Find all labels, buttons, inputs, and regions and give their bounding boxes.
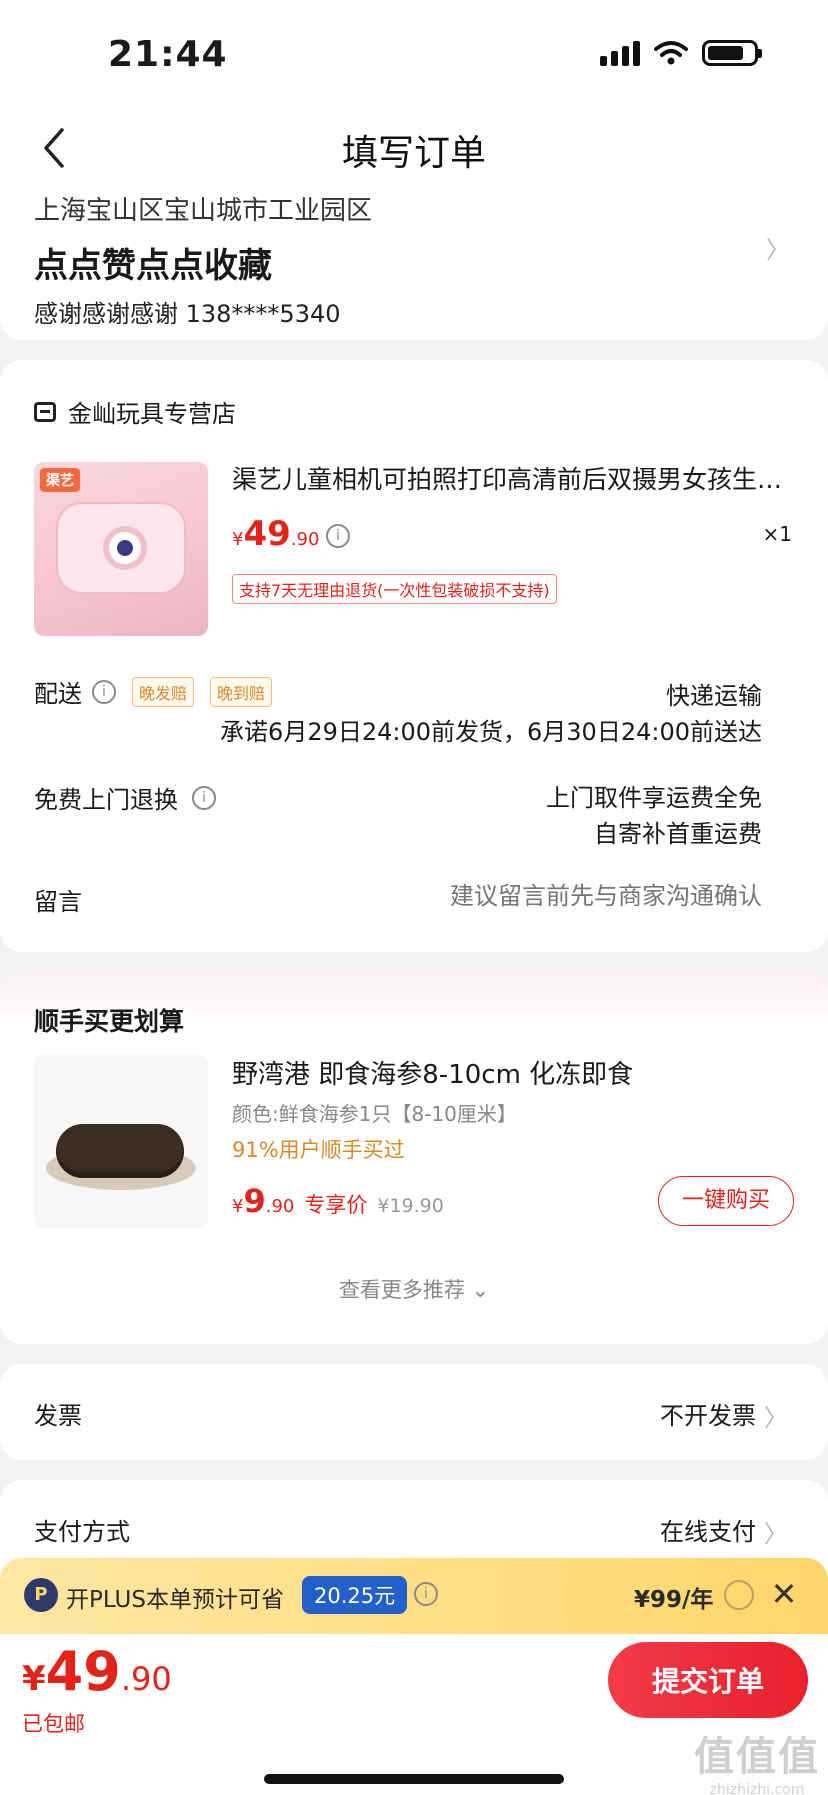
address-detail: 点点赞点点收藏 xyxy=(34,246,272,286)
message-label: 留言 xyxy=(34,888,82,916)
product-quantity: ×1 xyxy=(762,522,792,546)
address-card[interactable]: 上海宝山区宝山城市工业园区 点点赞点点收藏 感谢感谢感谢 138****5340… xyxy=(0,190,828,340)
status-icons xyxy=(600,40,762,66)
plus-promo-text: 开PLUS本单预计可省 xyxy=(66,1587,284,1613)
recommend-product-name[interactable]: 野湾港 即食海参8-10cm 化冻即食 xyxy=(232,1054,633,1091)
original-price: ¥19.90 xyxy=(377,1195,444,1217)
chevron-right-icon: 〉 xyxy=(766,236,790,264)
status-time: 21:44 xyxy=(108,34,228,75)
free-return-row: 免费上门退换 i xyxy=(34,780,216,815)
shop-name: 金屾玩具专营店 xyxy=(68,400,236,428)
home-indicator[interactable] xyxy=(264,1774,564,1784)
free-return-label: 免费上门退换 xyxy=(34,786,178,814)
page-title: 填写订单 xyxy=(341,133,486,174)
watermark: 值值值 zhizhizhi.com xyxy=(694,1734,820,1795)
delivery-promise: 承诺6月29日24:00前发货，6月30日24:00前送达 xyxy=(220,718,762,746)
recommend-card: 顺手买更划算 野湾港 即食海参8-10cm 化冻即食 颜色:鲜食海参1只【8-1… xyxy=(0,972,828,1344)
delivery-info-icon[interactable]: i xyxy=(92,679,116,704)
bottom-bar: ¥ 49 .90 已包邮 提交订单 值值值 zhizhizhi.com xyxy=(0,1634,828,1795)
free-return-line2: 自寄补首重运费 xyxy=(594,820,762,848)
recommend-social-proof: 91%用户顺手买过 xyxy=(232,1138,405,1162)
late-arrive-tag: 晚到赔 xyxy=(210,676,273,707)
plus-logo-icon: P xyxy=(24,1578,58,1612)
delivery-label: 配送 xyxy=(34,680,82,708)
exclusive-price-label: 专享价 xyxy=(304,1193,368,1217)
payment-value: 在线支付 xyxy=(660,1518,756,1546)
more-recommendations-link[interactable]: 查看更多推荐 ⌄ xyxy=(0,1274,828,1304)
recommend-price-row: ¥ 9 .90 专享价 ¥19.90 xyxy=(232,1182,444,1220)
plus-select-radio[interactable] xyxy=(724,1580,754,1610)
shop-row[interactable]: 金屾玩具专营店 xyxy=(34,394,236,429)
recommend-product-spec: 颜色:鲜食海参1只【8-10厘米】 xyxy=(232,1102,517,1126)
invoice-label: 发票 xyxy=(34,1402,82,1430)
product-price: ¥ 49 .90 xyxy=(232,514,320,554)
message-input[interactable] xyxy=(342,882,762,910)
one-click-buy-button[interactable]: 一键购买 xyxy=(658,1176,794,1226)
order-card: 金屾玩具专营店 渠艺 渠艺儿童相机可拍照打印高清前后双摄男女孩生日礼物 ¥ 49… xyxy=(0,360,828,952)
plus-price: ¥99/年 xyxy=(634,1587,714,1613)
product-image[interactable]: 渠艺 xyxy=(34,462,208,636)
plus-info-icon[interactable]: i xyxy=(414,1582,438,1606)
chevron-right-icon: 〉 xyxy=(764,1520,788,1548)
shipping-note: 已包邮 xyxy=(22,1712,85,1736)
recommend-title: 顺手买更划算 xyxy=(34,1007,185,1036)
total-price: ¥ 49 .90 xyxy=(22,1640,172,1703)
late-ship-tag: 晚发赔 xyxy=(132,676,195,707)
nav-bar: 填写订单 xyxy=(0,110,828,190)
address-region: 上海宝山区宝山城市工业园区 xyxy=(34,196,373,226)
invoice-row[interactable]: 发票 不开发票 〉 xyxy=(0,1364,828,1460)
invoice-value: 不开发票 xyxy=(660,1402,756,1430)
payment-label: 支付方式 xyxy=(34,1518,130,1546)
battery-icon xyxy=(702,40,762,66)
return-info-icon[interactable]: i xyxy=(192,785,216,810)
close-icon[interactable]: ✕ xyxy=(764,1574,804,1614)
submit-order-button[interactable]: 提交订单 xyxy=(608,1642,808,1718)
recommend-product-image[interactable] xyxy=(34,1054,208,1228)
free-return-line1: 上门取件享运费全免 xyxy=(546,784,762,812)
address-contact: 感谢感谢感谢 138****5340 xyxy=(34,300,341,328)
brand-badge: 渠艺 xyxy=(40,468,80,492)
status-bar: 21:44 xyxy=(0,0,828,110)
plus-saving-badge: 20.25元 xyxy=(302,1576,408,1614)
plus-promo-bar[interactable]: P 开PLUS本单预计可省 20.25元 i ¥99/年 ✕ xyxy=(0,1558,828,1634)
signal-icon xyxy=(600,40,640,66)
price-info-icon[interactable]: i xyxy=(326,524,350,548)
chevron-right-icon: 〉 xyxy=(764,1404,788,1432)
delivery-label-row: 配送 i 晚发赔 晚到赔 xyxy=(34,674,273,709)
product-title[interactable]: 渠艺儿童相机可拍照打印高清前后双摄男女孩生日礼物 xyxy=(232,460,792,496)
delivery-method: 快递运输 xyxy=(666,682,762,710)
return-policy-tag: 支持7天无理由退货(一次性包装破损不支持) xyxy=(232,574,557,604)
store-icon xyxy=(34,401,56,422)
camera-illustration xyxy=(56,502,186,594)
recommend-price: ¥ 9 .90 xyxy=(232,1182,295,1220)
wifi-icon xyxy=(654,41,688,65)
